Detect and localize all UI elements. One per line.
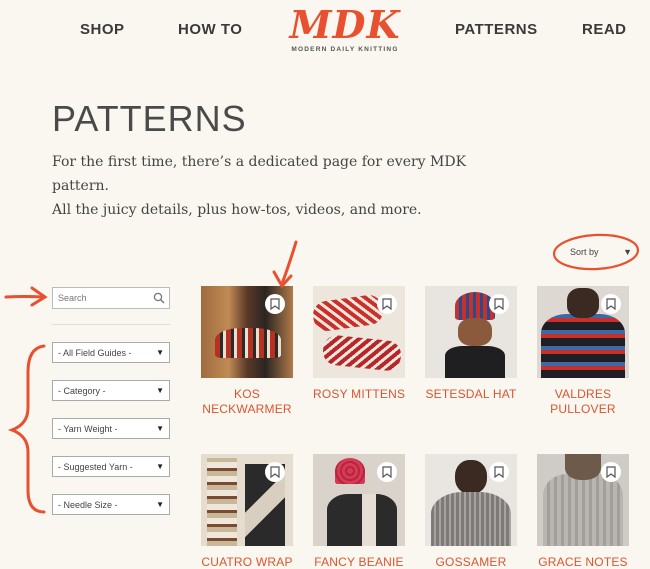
pattern-card-grace-notes[interactable]: GRACE NOTES: [537, 454, 629, 569]
pattern-title[interactable]: VALDRES PULLOVER: [537, 387, 629, 417]
bookmark-icon: [606, 466, 616, 478]
filter-label: - Yarn Weight -: [58, 423, 118, 434]
logo-mark: MDK: [289, 2, 401, 47]
search-placeholder: Search: [58, 293, 87, 303]
chevron-down-icon: ▼: [156, 462, 164, 471]
filter-needle-size[interactable]: - Needle Size - ▼: [52, 494, 170, 515]
pattern-title-line: CUATRO WRAP: [201, 555, 293, 569]
filter-label: - Needle Size -: [58, 499, 118, 510]
bookmark-icon: [494, 298, 504, 310]
pattern-photo[interactable]: [201, 454, 293, 546]
nav-read[interactable]: READ: [582, 21, 627, 38]
pattern-title-line: PULLOVER: [550, 402, 616, 416]
bookmark-icon: [270, 466, 280, 478]
pattern-photo[interactable]: [313, 286, 405, 378]
search-input[interactable]: Search: [52, 287, 170, 309]
bookmark-button[interactable]: [377, 294, 397, 314]
bookmark-button[interactable]: [601, 462, 621, 482]
bookmark-button[interactable]: [601, 294, 621, 314]
annotation-arrow-bookmark: [272, 240, 298, 289]
page-title: PATTERNS: [52, 98, 247, 139]
pattern-title-line: FANCY BEANIE: [314, 555, 404, 569]
pattern-card-rosy-mittens[interactable]: ROSY MITTENS: [313, 286, 405, 402]
pattern-title[interactable]: FANCY BEANIE: [313, 555, 405, 569]
filter-label: - All Field Guides -: [58, 347, 132, 358]
bookmark-button[interactable]: [265, 294, 285, 314]
bookmark-icon: [382, 298, 392, 310]
pattern-photo[interactable]: [425, 454, 517, 546]
chevron-down-icon: ▼: [156, 386, 164, 395]
pattern-title-line: VALDRES: [554, 387, 612, 401]
filter-suggested-yarn[interactable]: - Suggested Yarn - ▼: [52, 456, 170, 477]
pattern-photo[interactable]: [537, 286, 629, 378]
filter-field-guides[interactable]: - All Field Guides - ▼: [52, 342, 170, 363]
pattern-title[interactable]: ROSY MITTENS: [313, 387, 405, 402]
bookmark-button[interactable]: [489, 294, 509, 314]
pattern-title-line: GOSSAMER: [435, 555, 507, 569]
filter-label: - Category -: [58, 385, 106, 396]
bookmark-button[interactable]: [377, 462, 397, 482]
bookmark-icon: [270, 298, 280, 310]
page-intro: For the first time, there’s a dedicated …: [52, 150, 492, 222]
search-icon[interactable]: [153, 292, 165, 304]
nav-shop[interactable]: SHOP: [80, 21, 125, 38]
pattern-title-line: NECKWARMER: [202, 402, 292, 416]
pattern-card-setesdal-hat[interactable]: SETESDAL HAT: [425, 286, 517, 402]
pattern-card-gossamer[interactable]: GOSSAMER: [425, 454, 517, 569]
logo-subtitle: MODERN DAILY KNITTING: [291, 46, 399, 53]
pattern-title-line: SETESDAL HAT: [425, 387, 517, 401]
pattern-card-fancy-beanie[interactable]: FANCY BEANIE: [313, 454, 405, 569]
pattern-card-cuatro-wrap[interactable]: CUATRO WRAP: [201, 454, 293, 569]
top-nav: SHOP HOW TO MDK MODERN DAILY KNITTING PA…: [0, 0, 650, 60]
annotation-brace-filters: [7, 344, 46, 514]
pattern-card-kos[interactable]: KOS NECKWARMER: [201, 286, 293, 417]
intro-line-1: For the first time, there’s a dedicated …: [52, 154, 467, 194]
bookmark-icon: [382, 466, 392, 478]
pattern-title-line: ROSY MITTENS: [313, 387, 406, 401]
pattern-title-line: KOS: [234, 387, 260, 401]
pattern-card-valdres-pullover[interactable]: VALDRES PULLOVER: [537, 286, 629, 417]
chevron-down-icon: ▼: [156, 424, 164, 433]
pattern-photo[interactable]: [425, 286, 517, 378]
pattern-title[interactable]: SETESDAL HAT: [425, 387, 517, 402]
mdk-logo[interactable]: MDK MODERN DAILY KNITTING: [286, 2, 404, 54]
pattern-title[interactable]: GOSSAMER: [425, 555, 517, 569]
nav-howto[interactable]: HOW TO: [178, 21, 242, 38]
pattern-title[interactable]: CUATRO WRAP: [201, 555, 293, 569]
chevron-down-icon: ▼: [156, 348, 164, 357]
pattern-photo[interactable]: [201, 286, 293, 378]
bookmark-button[interactable]: [265, 462, 285, 482]
sort-label: Sort by: [570, 247, 599, 257]
bookmark-icon: [606, 298, 616, 310]
filter-category[interactable]: - Category - ▼: [52, 380, 170, 401]
sidebar-divider: [52, 324, 170, 325]
nav-patterns[interactable]: PATTERNS: [455, 21, 538, 38]
pattern-photo[interactable]: [537, 454, 629, 546]
pattern-title[interactable]: GRACE NOTES: [537, 555, 629, 569]
bookmark-button[interactable]: [489, 462, 509, 482]
pattern-title-line: GRACE NOTES: [538, 555, 628, 569]
bookmark-icon: [494, 466, 504, 478]
chevron-down-icon: ▼: [156, 500, 164, 509]
annotation-arrow-search: [4, 286, 48, 307]
sort-dropdown[interactable]: Sort by ▼: [560, 242, 636, 262]
intro-line-2: All the juicy details, plus how-tos, vid…: [52, 202, 422, 218]
pattern-photo[interactable]: [313, 454, 405, 546]
pattern-title[interactable]: KOS NECKWARMER: [201, 387, 293, 417]
filter-yarn-weight[interactable]: - Yarn Weight - ▼: [52, 418, 170, 439]
chevron-down-icon: ▼: [623, 247, 632, 257]
filter-label: - Suggested Yarn -: [58, 461, 133, 472]
